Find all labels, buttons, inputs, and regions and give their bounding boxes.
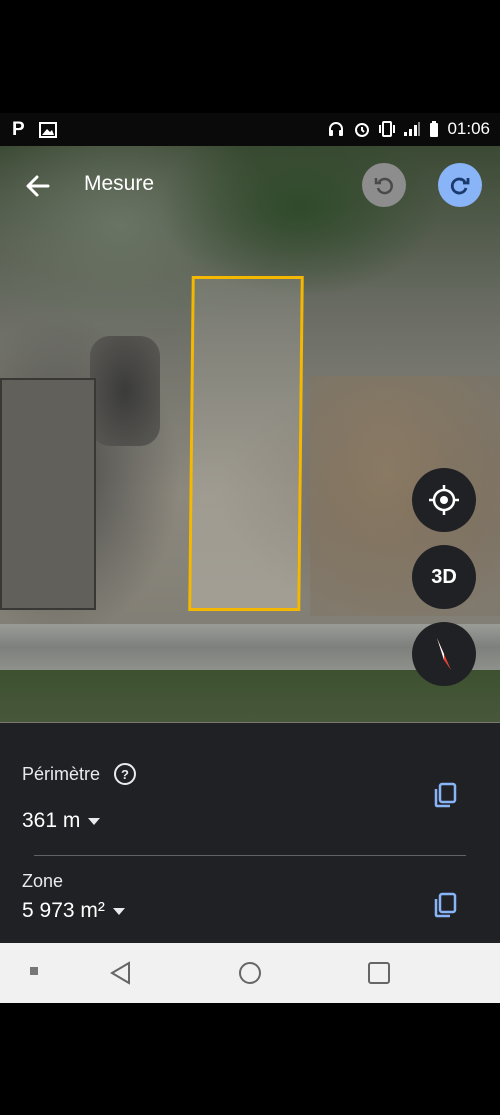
divider bbox=[34, 855, 466, 856]
measurement-sheet: Périmètre ? 361 m Zone 5 973 m² bbox=[0, 723, 500, 943]
perimeter-value: 361 m bbox=[22, 809, 81, 832]
map-feature bbox=[90, 336, 160, 446]
square-dot-icon[interactable] bbox=[30, 967, 38, 975]
my-location-icon bbox=[429, 485, 459, 515]
image-icon bbox=[38, 122, 57, 138]
perimeter-header: Périmètre ? bbox=[22, 763, 137, 785]
perimeter-label: Périmètre bbox=[22, 763, 101, 784]
area-label: Zone bbox=[22, 871, 64, 891]
map-feature bbox=[0, 378, 96, 610]
headset-icon bbox=[329, 122, 344, 136]
alarm-icon bbox=[355, 123, 370, 137]
redo-button[interactable] bbox=[438, 163, 482, 207]
area-value: 5 973 m² bbox=[22, 899, 105, 922]
measurement-polygon[interactable] bbox=[188, 276, 304, 611]
my-location-button[interactable] bbox=[412, 468, 476, 532]
back-nav-icon[interactable] bbox=[108, 960, 134, 986]
vibrate-icon bbox=[379, 121, 396, 137]
undo-button[interactable] bbox=[362, 163, 406, 207]
status-time: 01:06 bbox=[447, 119, 490, 138]
chevron-down-icon bbox=[88, 817, 101, 825]
status-left: P bbox=[12, 119, 57, 141]
parking-icon: P bbox=[12, 119, 25, 140]
perimeter-value-selector[interactable]: 361 m bbox=[22, 809, 101, 833]
compass-button[interactable] bbox=[412, 622, 476, 686]
page-title: Mesure bbox=[84, 172, 155, 195]
home-nav-icon[interactable] bbox=[237, 960, 263, 986]
status-right: 01:06 bbox=[327, 119, 490, 139]
back-button[interactable] bbox=[24, 172, 54, 202]
redo-icon bbox=[450, 177, 470, 195]
navigation-bar bbox=[0, 943, 500, 1003]
recents-nav-icon[interactable] bbox=[366, 960, 392, 986]
copy-perimeter-button[interactable] bbox=[431, 781, 459, 814]
battery-icon bbox=[430, 121, 439, 137]
chevron-down-icon bbox=[112, 907, 125, 915]
compass-icon bbox=[437, 638, 451, 670]
copy-icon bbox=[434, 782, 457, 808]
signal-icon bbox=[404, 122, 421, 136]
area-value-selector[interactable]: 5 973 m² bbox=[22, 899, 125, 923]
arrow-left-icon bbox=[26, 175, 50, 197]
help-icon[interactable]: ? bbox=[114, 763, 137, 785]
3d-toggle-button[interactable]: 3D bbox=[412, 545, 476, 609]
undo-icon bbox=[374, 177, 393, 195]
copy-icon bbox=[434, 892, 457, 918]
copy-area-button[interactable] bbox=[431, 891, 459, 924]
status-bar: P 01:06 bbox=[0, 113, 500, 146]
